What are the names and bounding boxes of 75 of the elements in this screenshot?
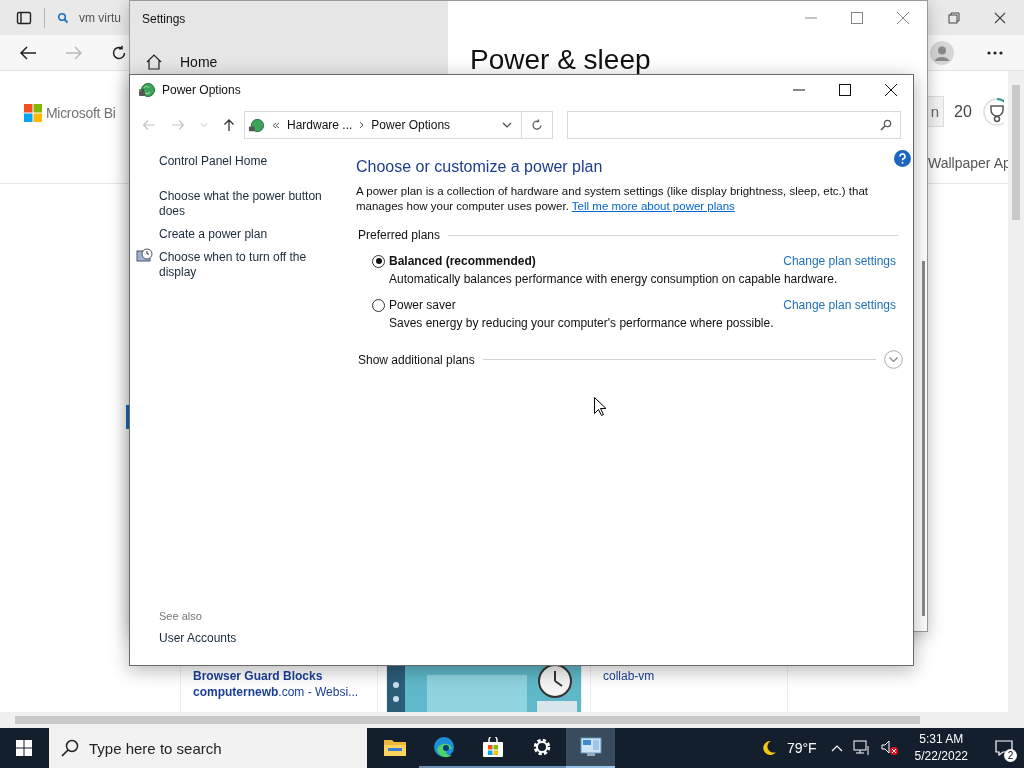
plan-name[interactable]: Balanced (recommended)	[389, 254, 536, 268]
notification-count: 2	[1004, 749, 1017, 762]
plan-name[interactable]: Power saver	[389, 298, 456, 312]
search-icon	[880, 119, 892, 131]
network-icon[interactable]	[852, 740, 871, 756]
close-icon[interactable]	[885, 83, 897, 96]
more-icon[interactable]	[987, 50, 1003, 55]
dropdown-caret-icon[interactable]	[502, 122, 512, 128]
description-text: A power plan is a collection of hardware and system settings (like display brightness, sleep, etc.) that manages how your computer uses power. Tell me more about power plans	[356, 184, 869, 214]
store-icon	[482, 737, 503, 757]
chevrons-icon	[272, 121, 280, 129]
search-icon	[57, 11, 69, 24]
sidebar-link[interactable]: Choose when to turn off the display	[159, 250, 326, 280]
browser-tab[interactable]: vm virtu	[57, 10, 121, 25]
radio-button[interactable]	[372, 254, 385, 268]
notification-button[interactable]: 2	[984, 728, 1024, 768]
home-icon	[146, 54, 162, 70]
taskbar-search[interactable]: Type here to search	[49, 728, 367, 768]
avatar-icon[interactable]	[930, 40, 954, 65]
clock-monitor-icon	[136, 248, 153, 264]
plan-description: Saves energy by reducing your computer's performance where possible.	[388, 316, 775, 330]
plan-settings-link[interactable]: Change plan settings	[783, 254, 896, 268]
plan-description: Automatically balances performance with energy consumption on capable hardware.	[388, 272, 839, 286]
muted-volume-icon[interactable]	[880, 740, 899, 756]
vertical-scrollbar[interactable]	[1008, 71, 1024, 712]
help-link[interactable]: Tell me more about power plans	[571, 200, 735, 212]
result-source: computernewb.com - Websi...	[193, 685, 360, 699]
points-count: 20	[954, 102, 972, 121]
address-bar[interactable]: Hardware ... Power Options	[244, 111, 522, 139]
chevron-right-icon	[359, 121, 365, 129]
clock-time[interactable]: 5:31 AM	[919, 731, 964, 748]
page-heading: Choose or customize a power plan	[356, 158, 604, 176]
back-icon[interactable]	[19, 44, 37, 61]
chevron-up-icon[interactable]	[830, 744, 843, 752]
sidebar-link[interactable]: Choose what the power button does	[159, 189, 326, 219]
sidebar-link[interactable]: Control Panel Home	[159, 154, 268, 169]
restore-icon[interactable]	[948, 11, 960, 24]
up-icon[interactable]	[223, 118, 235, 132]
nav-item[interactable]: Home	[146, 54, 448, 70]
expander-label[interactable]: Show additional plans	[358, 352, 475, 367]
moon-icon[interactable]	[760, 740, 777, 756]
search-field[interactable]	[567, 111, 901, 139]
folder-icon	[383, 738, 406, 756]
refresh-button[interactable]	[522, 111, 553, 139]
browser-icon	[432, 736, 455, 758]
sidebar-link[interactable]: User Accounts	[159, 631, 326, 645]
window-title: Settings	[142, 12, 187, 26]
see-also-label: See also	[159, 610, 203, 622]
settings-icon	[531, 737, 552, 757]
breadcrumb-item[interactable]: Power Options	[371, 118, 451, 132]
sidebar-link[interactable]: Create a power plan	[159, 227, 268, 242]
cursor-icon	[594, 397, 606, 416]
logo-text: Microsoft Bi	[46, 105, 116, 121]
start-icon[interactable]	[16, 740, 32, 756]
taskbar-app[interactable]	[566, 728, 615, 768]
result-title[interactable]: Browser Guard Blocks	[193, 669, 365, 683]
control-panel-icon	[579, 737, 602, 757]
weather-text[interactable]: 79°F	[786, 740, 817, 756]
page-heading: Power & sleep	[470, 44, 652, 76]
radio-button[interactable]	[372, 298, 385, 312]
refresh-icon[interactable]	[111, 44, 127, 61]
window-title: Power Options	[162, 82, 241, 97]
result-title[interactable]: collab-vm	[603, 669, 775, 683]
maximize-icon[interactable]	[839, 83, 851, 96]
refresh-icon	[531, 119, 543, 131]
search-icon	[61, 739, 79, 757]
help-icon[interactable]	[894, 150, 911, 167]
horizontal-scrollbar[interactable]	[0, 712, 1024, 728]
tabs-icon[interactable]	[16, 9, 32, 26]
plan-settings-link[interactable]: Change plan settings	[783, 298, 896, 312]
clock-date[interactable]: 5/22/2022	[914, 748, 968, 765]
breadcrumb-item[interactable]: Hardware ...	[287, 118, 353, 132]
close-icon[interactable]	[994, 11, 1006, 24]
group-label: Preferred plans	[358, 228, 441, 242]
logo-icon	[24, 104, 42, 122]
